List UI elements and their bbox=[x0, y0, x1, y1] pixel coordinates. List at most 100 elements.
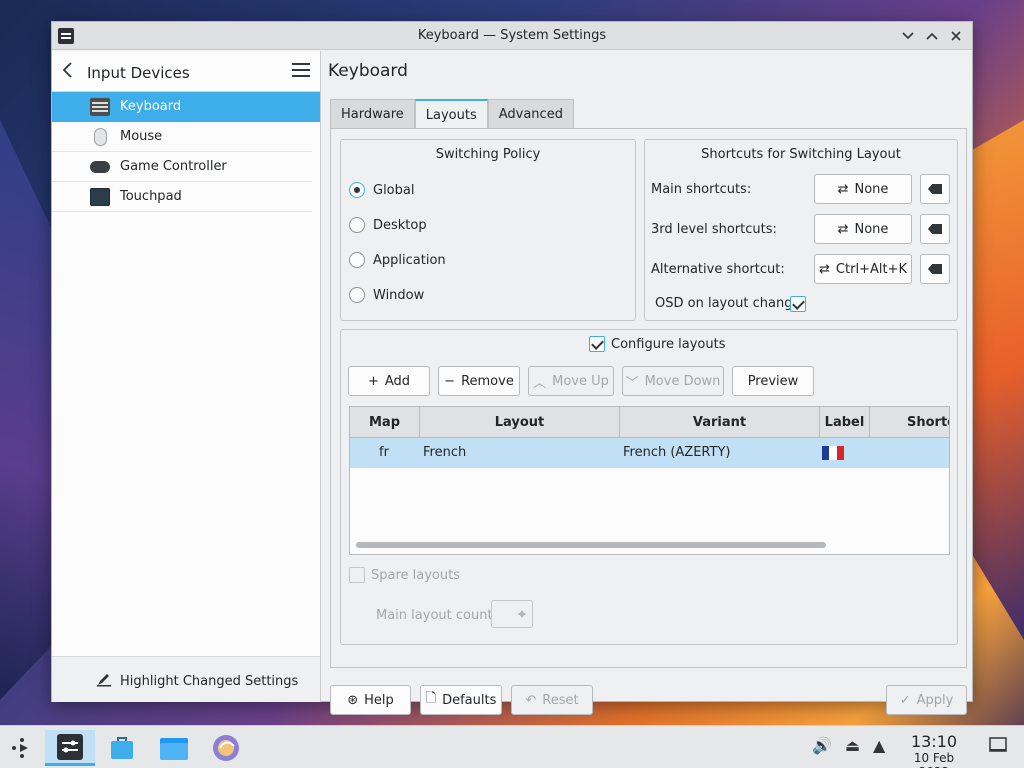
clear-third-level-shortcut-button[interactable] bbox=[920, 214, 950, 244]
sidebar-item-game-controller[interactable]: Game Controller bbox=[52, 152, 312, 182]
tab-layouts[interactable]: Layouts bbox=[414, 99, 488, 130]
chevron-up-icon: ︿ bbox=[533, 375, 547, 391]
keyboard-icon bbox=[90, 98, 110, 116]
volume-icon[interactable]: 🔊 bbox=[812, 736, 832, 755]
sidebar-item-touchpad[interactable]: Touchpad bbox=[52, 182, 312, 212]
application-launcher-icon[interactable] bbox=[4, 730, 40, 766]
reset-label: Reset bbox=[542, 692, 579, 708]
main-layout-count-spinbox[interactable] bbox=[491, 600, 533, 628]
clock-date: 10 Feb 2022 bbox=[913, 751, 955, 768]
move-up-button[interactable]: ︿ Move Up bbox=[528, 366, 614, 396]
swap-icon: ⇄ bbox=[837, 181, 849, 197]
discover-icon[interactable] bbox=[104, 730, 140, 766]
usb-device-icon[interactable]: ⏏ bbox=[845, 736, 860, 755]
cell-layout: French bbox=[423, 445, 467, 460]
sidebar-item-keyboard[interactable]: Keyboard bbox=[52, 92, 320, 122]
radio-indicator bbox=[349, 182, 365, 198]
mouse-icon bbox=[94, 128, 107, 146]
backspace-icon bbox=[928, 264, 942, 274]
chevron-down-icon: ﹀ bbox=[625, 375, 639, 391]
column-layout[interactable]: Layout bbox=[420, 407, 620, 438]
add-layout-button[interactable]: + Add bbox=[348, 366, 430, 396]
reset-button[interactable]: ↶ Reset bbox=[511, 685, 593, 715]
show-desktop-icon[interactable] bbox=[989, 737, 1007, 757]
help-button[interactable]: ⊛ Help bbox=[330, 685, 411, 715]
apply-label: Apply bbox=[916, 692, 954, 708]
content-area: Keyboard Hardware Layouts Advanced Switc… bbox=[322, 51, 973, 715]
web-browser-icon[interactable] bbox=[208, 730, 244, 766]
backspace-icon bbox=[928, 224, 942, 234]
page-title: Keyboard bbox=[328, 61, 408, 81]
radio-indicator bbox=[349, 287, 365, 303]
tab-bar: Hardware Layouts Advanced bbox=[330, 99, 574, 130]
switching-policy-title: Switching Policy bbox=[435, 147, 541, 162]
table-row[interactable]: fr French French (AZERTY) bbox=[350, 438, 949, 468]
highlight-changed-settings-button[interactable]: Highlight Changed Settings bbox=[96, 671, 298, 691]
wallpaper-decoration bbox=[0, 120, 55, 700]
file-manager-icon[interactable] bbox=[156, 730, 192, 766]
remove-layout-button[interactable]: − Remove bbox=[438, 366, 520, 396]
spare-layouts-toggle[interactable]: Spare layouts bbox=[349, 567, 460, 583]
preview-button[interactable]: Preview bbox=[732, 366, 814, 396]
sidebar: Input Devices Keyboard Mouse Game Contro… bbox=[52, 51, 321, 702]
spare-layouts-checkbox[interactable] bbox=[349, 567, 365, 583]
configure-layouts-toggle[interactable]: Configure layouts bbox=[589, 336, 725, 352]
radio-global[interactable]: Global bbox=[349, 182, 414, 198]
column-map[interactable]: Map bbox=[350, 407, 420, 438]
cell-variant: French (AZERTY) bbox=[623, 445, 731, 460]
maximize-button[interactable] bbox=[922, 26, 942, 46]
configure-layouts-group: Configure layouts + Add − Remove ︿ Move … bbox=[340, 329, 958, 645]
document-icon: 🗋 bbox=[425, 691, 437, 706]
layouts-table[interactable]: Map Layout Variant Label Shortc fr Frenc… bbox=[349, 406, 950, 555]
clear-main-shortcut-button[interactable] bbox=[920, 174, 950, 204]
third-level-shortcuts-button[interactable]: ⇄ None bbox=[814, 214, 912, 244]
tray-expand-arrow-icon[interactable]: ▲ bbox=[873, 736, 885, 755]
shortcuts-group: Shortcuts for Switching Layout Main shor… bbox=[644, 139, 958, 321]
radio-desktop[interactable]: Desktop bbox=[349, 217, 427, 233]
defaults-button[interactable]: 🗋 Defaults bbox=[420, 685, 502, 715]
title-bar[interactable]: Keyboard — System Settings bbox=[52, 22, 972, 50]
shortcuts-title: Shortcuts for Switching Layout bbox=[701, 147, 901, 162]
tab-hardware[interactable]: Hardware bbox=[330, 99, 415, 129]
sidebar-heading[interactable]: Input Devices bbox=[87, 64, 190, 82]
column-variant[interactable]: Variant bbox=[620, 407, 820, 438]
osd-label: OSD on layout change bbox=[655, 296, 801, 311]
main-shortcuts-value: None bbox=[854, 181, 889, 197]
sidebar-item-label: Mouse bbox=[120, 129, 163, 144]
switching-policy-group: Switching Policy Global Desktop Applicat… bbox=[340, 139, 636, 321]
minus-icon: − bbox=[444, 373, 456, 389]
main-shortcuts-button[interactable]: ⇄ None bbox=[814, 174, 912, 204]
minimize-button[interactable] bbox=[898, 26, 918, 46]
sidebar-item-label: Game Controller bbox=[120, 159, 227, 174]
column-shortcut[interactable]: Shortc bbox=[870, 407, 949, 438]
sidebar-item-mouse[interactable]: Mouse bbox=[52, 122, 312, 152]
apply-button[interactable]: ✓ Apply bbox=[886, 685, 967, 715]
configure-layouts-checkbox[interactable] bbox=[589, 336, 605, 352]
tab-advanced[interactable]: Advanced bbox=[487, 99, 574, 129]
back-arrow-icon[interactable] bbox=[62, 62, 72, 83]
horizontal-scrollbar[interactable] bbox=[356, 542, 826, 548]
move-down-label: Move Down bbox=[644, 373, 721, 389]
radio-window[interactable]: Window bbox=[349, 287, 424, 303]
help-icon: ⊛ bbox=[347, 692, 359, 708]
sidebar-item-label: Touchpad bbox=[120, 189, 182, 204]
alternative-shortcut-button[interactable]: ⇄ Ctrl+Alt+K bbox=[814, 254, 912, 284]
third-level-shortcuts-value: None bbox=[854, 221, 889, 237]
plus-icon: + bbox=[367, 373, 379, 389]
remove-label: Remove bbox=[461, 373, 514, 389]
clear-alternative-shortcut-button[interactable] bbox=[920, 254, 950, 284]
digital-clock[interactable]: 13:10 10 Feb 2022 bbox=[897, 732, 971, 768]
radio-label: Window bbox=[373, 287, 425, 303]
checkmark-icon: ✓ bbox=[899, 692, 911, 708]
radio-application[interactable]: Application bbox=[349, 252, 446, 268]
hamburger-menu-icon[interactable] bbox=[292, 63, 310, 77]
taskbar-system-settings[interactable] bbox=[45, 730, 95, 766]
layouts-tab-panel: Switching Policy Global Desktop Applicat… bbox=[330, 128, 967, 668]
osd-checkbox[interactable] bbox=[790, 296, 806, 312]
close-button[interactable] bbox=[946, 26, 966, 46]
backspace-icon bbox=[928, 184, 942, 194]
pen-icon bbox=[96, 671, 112, 691]
move-down-button[interactable]: ﹀ Move Down bbox=[622, 366, 724, 396]
gamepad-icon bbox=[90, 161, 110, 173]
column-label[interactable]: Label bbox=[820, 407, 870, 438]
